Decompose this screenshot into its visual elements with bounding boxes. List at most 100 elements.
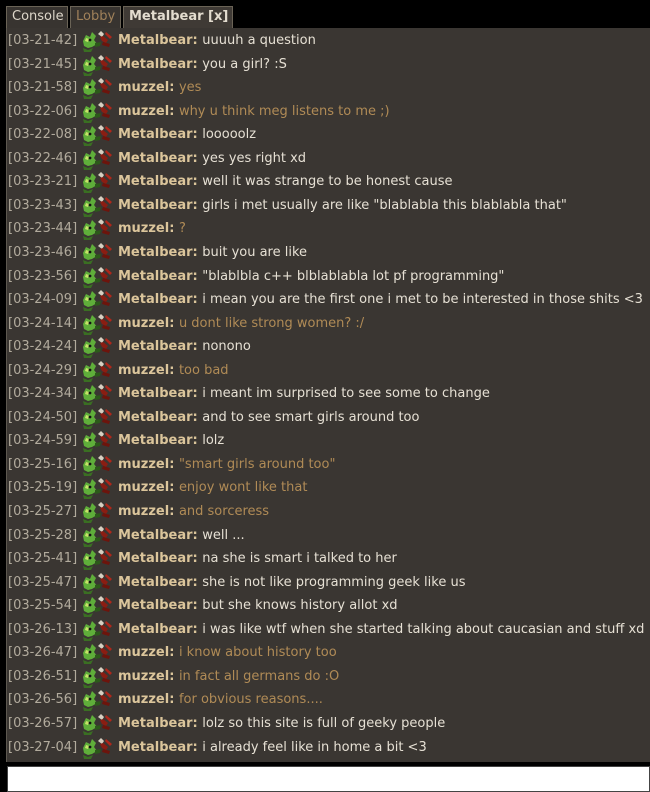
orc-avatar-icon <box>80 593 114 618</box>
nickname[interactable]: Metalbear: <box>118 151 198 166</box>
chat-line: [03-26-13] Metalbear: i was like wtf whe… <box>7 619 650 641</box>
nickname[interactable]: Metalbear: <box>118 551 198 566</box>
nickname[interactable]: muzzel: <box>118 692 174 707</box>
timestamp: [03-23-21] <box>8 174 78 190</box>
nickname[interactable]: Metalbear: <box>118 33 198 48</box>
message-text: you a girl? :S <box>202 56 287 72</box>
chat-line: [03-23-46] Metalbear: buit you are like <box>7 242 650 264</box>
input-bar <box>0 762 650 792</box>
timestamp: [03-27-04] <box>8 739 78 755</box>
orc-avatar-icon <box>80 193 114 217</box>
nick-line: Metalbear: i mean you are the first one … <box>118 289 643 311</box>
nick-line: muzzel: u dont like strong women? :/ <box>118 313 364 335</box>
chat-line: [03-22-46] Metalbear: yes yes right xd <box>7 148 650 170</box>
nickname[interactable]: Metalbear: <box>118 292 198 307</box>
tab-metalbear[interactable]: Metalbear [x] <box>123 6 233 28</box>
chat-line: [03-26-47] muzzel: i know about history … <box>7 642 650 665</box>
message-text: and to see smart girls around too <box>202 409 420 425</box>
message-text: well it was strange to be honest cause <box>202 174 453 190</box>
chat-input[interactable] <box>7 766 650 792</box>
chat-line: [03-24-34] Metalbear: i meant im surpris… <box>7 383 650 406</box>
nick-line: Metalbear: and to see smart girls around… <box>118 407 419 429</box>
nickname[interactable]: Metalbear: <box>118 127 198 142</box>
chat-line: [03-24-59] Metalbear: lolz <box>7 428 650 453</box>
orc-avatar-icon <box>80 264 114 288</box>
nick-line: Metalbear: buit you are like <box>118 242 307 264</box>
chat-line: [03-22-06] muzzel: why u think meg liste… <box>7 101 650 123</box>
orc-avatar-icon <box>80 122 114 147</box>
nick-line: Metalbear: "blablbla c++ blblablabla lot… <box>118 266 504 288</box>
orc-avatar-icon <box>80 475 114 500</box>
message-text: girls i met usually are like "blablabla … <box>202 197 567 213</box>
timestamp: [03-25-28] <box>8 527 78 543</box>
message-text: i know about history too <box>178 645 337 661</box>
nickname[interactable]: muzzel: <box>118 457 174 472</box>
orc-avatar-icon <box>80 735 114 759</box>
nickname[interactable]: Metalbear: <box>118 433 198 448</box>
nickname[interactable]: muzzel: <box>118 480 174 495</box>
orc-avatar-icon <box>80 687 114 712</box>
nickname[interactable]: Metalbear: <box>118 245 198 260</box>
orc-avatar-icon <box>80 358 114 382</box>
timestamp: [03-24-14] <box>8 315 78 331</box>
timestamp: [03-25-54] <box>8 598 78 614</box>
nickname[interactable]: Metalbear: <box>118 622 198 637</box>
nick-line: Metalbear: well ... <box>118 525 245 547</box>
chat-line: [03-21-42] Metalbear: uuuuh a question <box>7 30 650 52</box>
nickname[interactable]: Metalbear: <box>118 716 198 731</box>
nickname[interactable]: muzzel: <box>118 80 174 95</box>
timestamp: [03-26-56] <box>8 692 78 708</box>
timestamp: [03-25-27] <box>8 504 78 519</box>
chat-line: [03-21-45] Metalbear: you a girl? :S <box>7 54 650 76</box>
timestamp: [03-23-43] <box>8 197 78 213</box>
nick-line: muzzel: i know about history too <box>118 642 337 664</box>
nickname[interactable]: muzzel: <box>118 221 174 236</box>
nickname[interactable]: Metalbear: <box>118 57 198 72</box>
nickname[interactable]: muzzel: <box>118 669 174 684</box>
nickname[interactable]: muzzel: <box>118 504 174 519</box>
nickname[interactable]: Metalbear: <box>118 410 198 425</box>
timestamp: [03-21-58] <box>8 80 78 96</box>
nickname[interactable]: muzzel: <box>118 104 174 119</box>
nickname[interactable]: Metalbear: <box>118 386 198 401</box>
orc-avatar-icon <box>80 240 114 264</box>
nick-line: Metalbear: you a girl? :S <box>118 54 287 76</box>
nickname[interactable]: muzzel: <box>118 316 174 331</box>
message-text: she is not like programming geek like us <box>202 574 466 590</box>
nickname[interactable]: muzzel: <box>118 645 174 660</box>
nick-line: muzzel: enjoy wont like that <box>118 477 307 499</box>
orc-avatar-icon <box>80 452 114 476</box>
chat-line: [03-24-14] muzzel: u dont like strong wo… <box>7 313 650 335</box>
nickname[interactable]: Metalbear: <box>118 198 198 213</box>
nick-line: Metalbear: nonono <box>118 336 251 358</box>
tab-console[interactable]: Console <box>6 6 68 28</box>
message-text: for obvious reasons.... <box>178 692 323 708</box>
orc-avatar-icon <box>80 428 114 453</box>
nick-line: muzzel: why u think meg listens to me ;) <box>118 101 390 123</box>
nickname[interactable]: muzzel: <box>118 363 174 378</box>
message-text: na she is smart i talked to her <box>202 551 397 567</box>
message-text: lolz <box>202 433 225 449</box>
tab-lobby[interactable]: Lobby <box>70 6 121 28</box>
nickname[interactable]: Metalbear: <box>118 598 198 613</box>
chat-line: [03-25-28] Metalbear: well ... <box>7 525 650 547</box>
nickname[interactable]: Metalbear: <box>118 740 198 755</box>
message-text: looooolz <box>202 127 257 143</box>
nick-line: muzzel: "smart girls around too" <box>118 454 335 476</box>
orc-avatar-icon <box>80 99 114 123</box>
orc-avatar-icon <box>80 617 114 641</box>
orc-avatar-icon <box>80 546 114 571</box>
message-text: too bad <box>178 362 229 378</box>
chat-line: [03-26-56] muzzel: for obvious reasons..… <box>7 687 650 712</box>
nickname[interactable]: Metalbear: <box>118 339 198 354</box>
nick-line: Metalbear: looooolz <box>118 124 256 146</box>
nick-line: Metalbear: lolz so this site is full of … <box>118 713 445 735</box>
nick-line: Metalbear: she is not like programming g… <box>118 572 465 594</box>
chat-line: [03-21-58] muzzel: yes <box>7 77 650 100</box>
nickname[interactable]: Metalbear: <box>118 269 198 284</box>
message-text: i meant im surprised to see some to chan… <box>202 386 490 402</box>
nickname[interactable]: Metalbear: <box>118 174 198 189</box>
nickname[interactable]: Metalbear: <box>118 575 198 590</box>
nickname[interactable]: Metalbear: <box>118 528 198 543</box>
timestamp: [03-25-47] <box>8 574 78 590</box>
